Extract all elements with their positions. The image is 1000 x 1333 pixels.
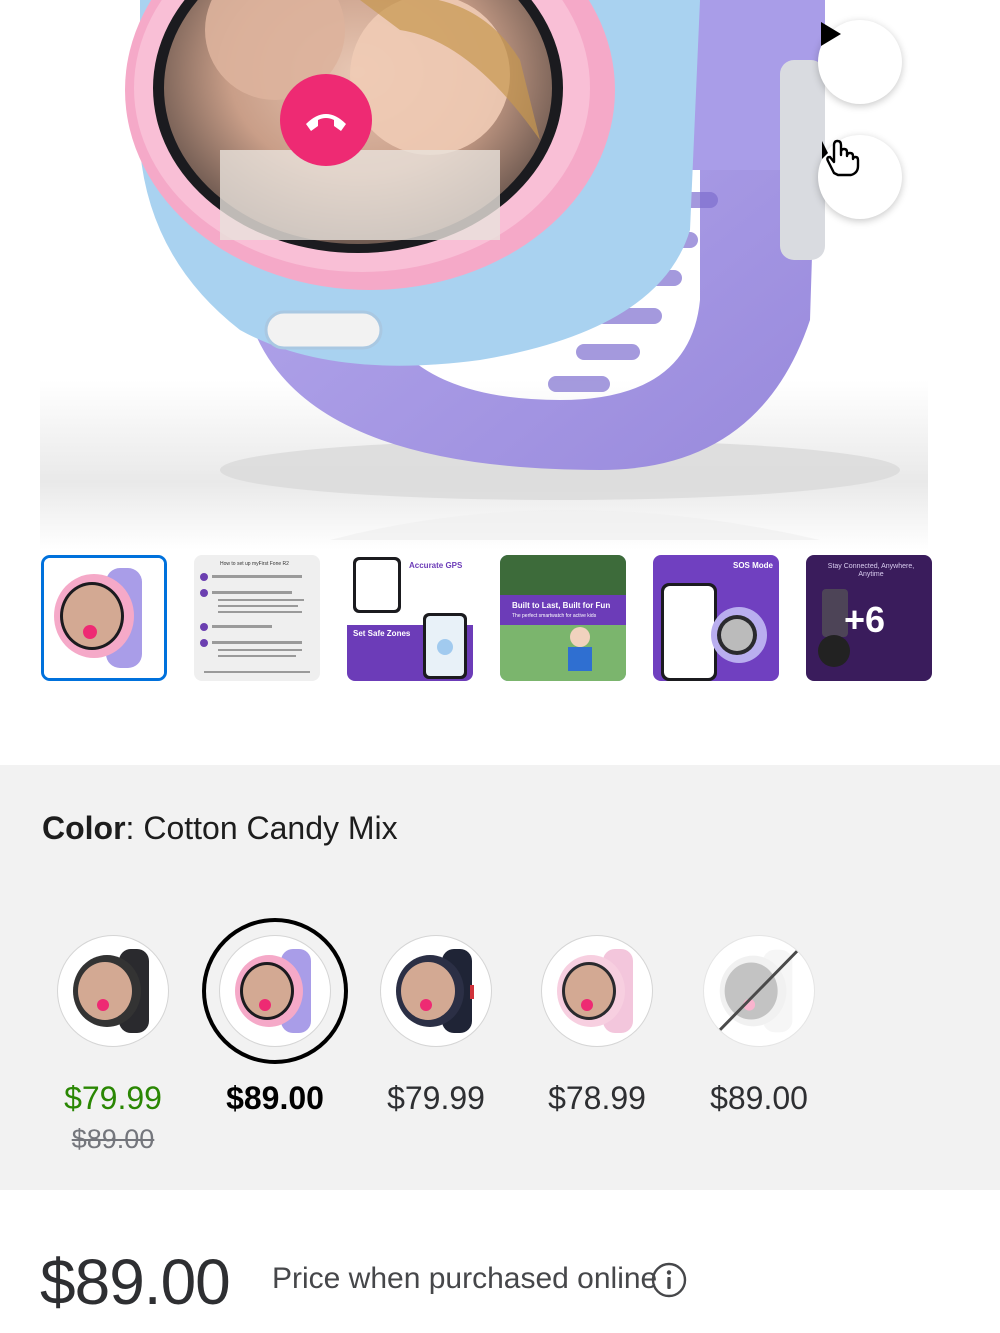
variant-swatch-3[interactable]	[380, 935, 492, 1047]
thumbnail-3[interactable]: Accurate GPS Set Safe Zones	[347, 555, 473, 681]
info-icon[interactable]	[651, 1262, 687, 1298]
thumbnail-3-subtitle: Set Safe Zones	[353, 629, 411, 638]
variant-price-4: $78.99	[548, 1080, 646, 1116]
more-images-count: +6	[844, 599, 886, 640]
play-icon	[821, 22, 841, 46]
price-note: Price when purchased online	[272, 1262, 658, 1295]
product-hero-image[interactable]	[0, 0, 1000, 550]
variant-price-2: $89.00	[226, 1080, 324, 1116]
variant-swatch-5-unavailable[interactable]	[703, 935, 815, 1047]
thumbnail-2[interactable]: How to set up myFirst Fone R2	[194, 555, 320, 681]
variant-swatch-2[interactable]	[202, 918, 348, 1064]
variant-price-1: $79.99	[64, 1080, 162, 1116]
color-label: Color	[42, 810, 126, 846]
variant-swatch-4[interactable]	[541, 935, 653, 1047]
variant-was-price-1: $89.00	[71, 1124, 155, 1154]
color-value: Cotton Candy Mix	[143, 810, 398, 846]
thumbnail-6-title: Stay Connected, Anywhere, Anytime	[827, 563, 915, 578]
view-360-button[interactable]	[818, 135, 902, 219]
thumbnail-4-title: Built to Last, Built for Fun	[512, 601, 611, 610]
thumbnail-5[interactable]: SOS Mode	[653, 555, 779, 681]
thumbnail-4-subtitle: The perfect smartwatch for active kids	[512, 613, 597, 619]
variant-price-5: $89.00	[710, 1080, 808, 1116]
variant-price-3: $79.99	[387, 1080, 485, 1116]
thumbnail-more[interactable]: Stay Connected, Anywhere, Anytime +6	[806, 555, 932, 681]
color-selection-label: Color: Cotton Candy Mix	[42, 810, 398, 846]
variant-swatch-1[interactable]	[57, 935, 169, 1047]
thumbnail-1[interactable]	[41, 555, 167, 681]
thumbnail-strip: How to set up myFirst Fone R2 Accurate G…	[41, 555, 941, 683]
play-video-button[interactable]	[818, 20, 902, 104]
thumbnail-2-title: How to set up myFirst Fone R2	[220, 561, 289, 567]
thumbnail-3-title: Accurate GPS	[409, 561, 463, 570]
thumbnail-4[interactable]: Built to Last, Built for Fun The perfect…	[500, 555, 626, 681]
current-price: $89.00	[40, 1246, 231, 1318]
thumbnail-5-title: SOS Mode	[733, 561, 774, 570]
hand-pointer-icon	[822, 139, 860, 177]
